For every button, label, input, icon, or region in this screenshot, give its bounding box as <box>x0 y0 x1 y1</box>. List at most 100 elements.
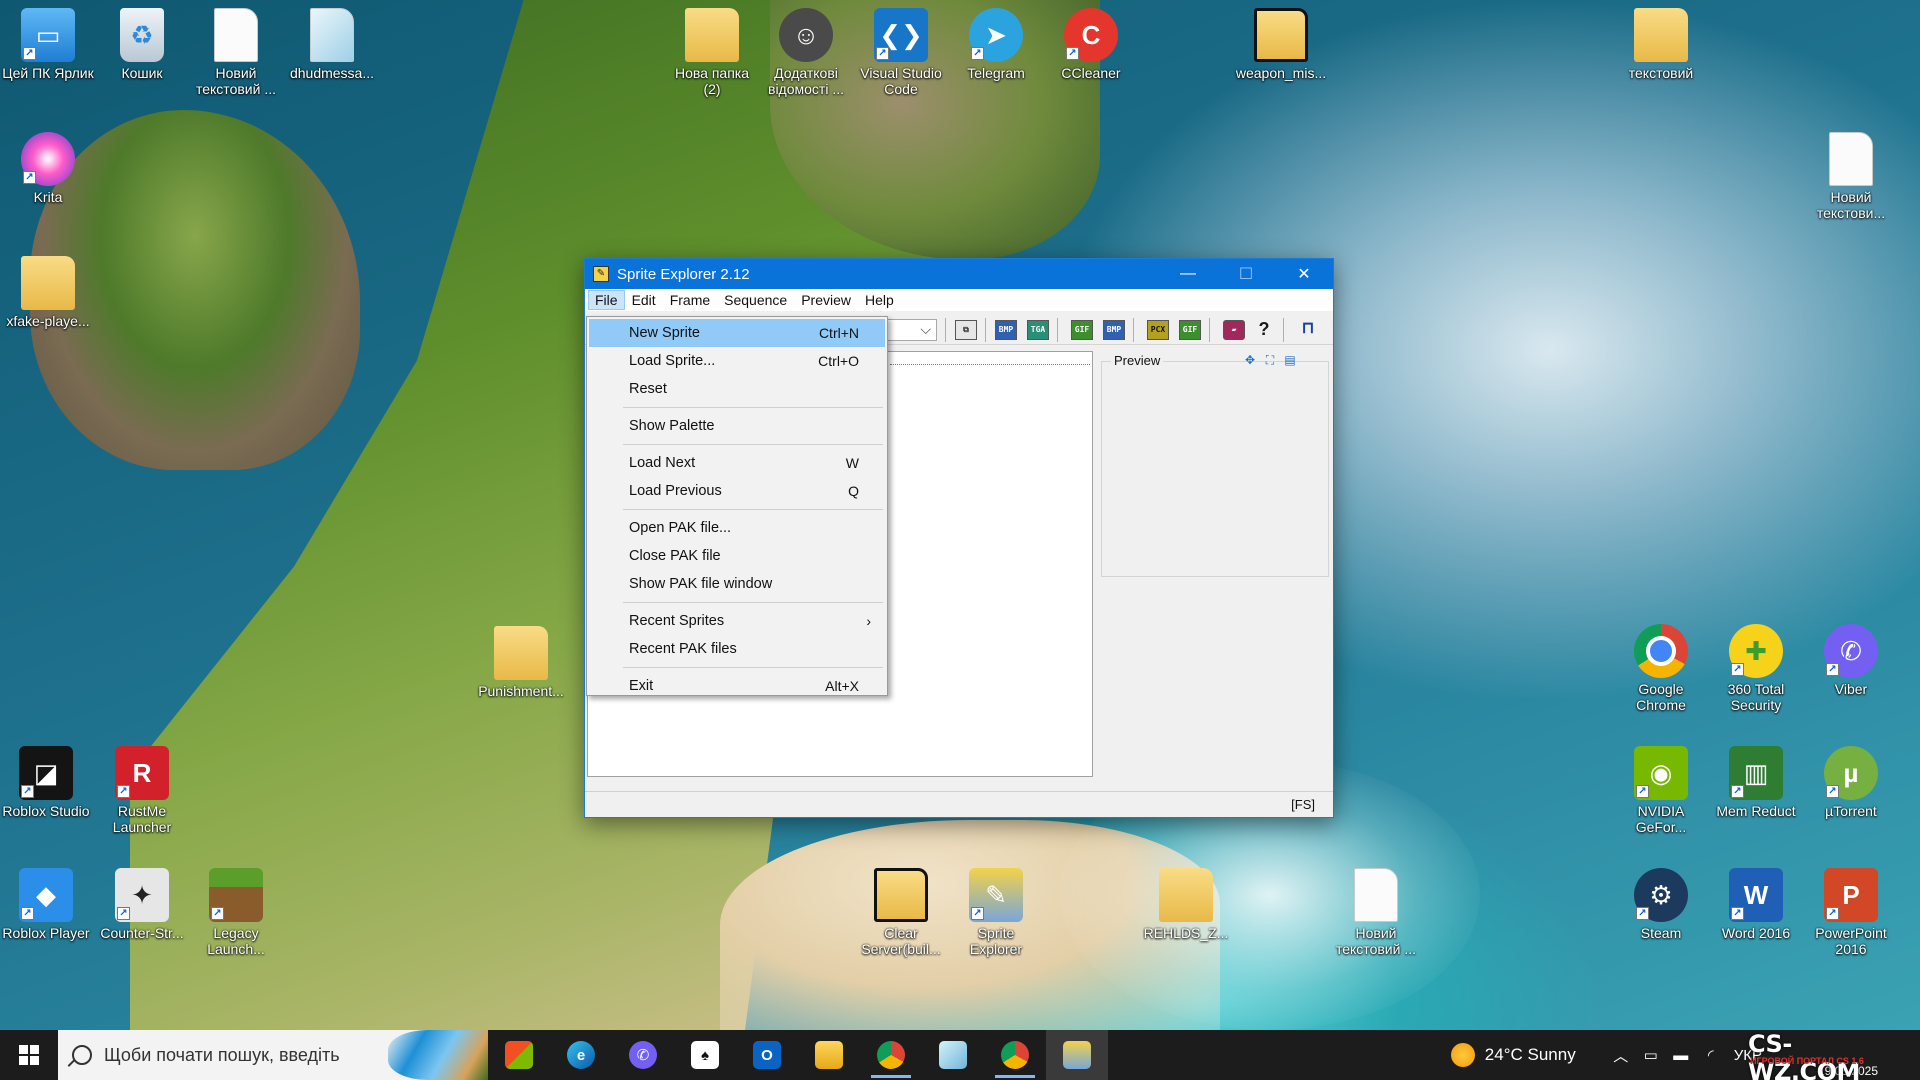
menu-separator <box>623 667 883 668</box>
desktop-icon-google-chrome[interactable]: Google Chrome <box>1615 624 1707 713</box>
menu-frame[interactable]: Frame <box>663 290 717 310</box>
desktop-icon-label: Новий текстовий ... <box>1335 925 1416 957</box>
menu-item-label: Reset <box>629 381 667 397</box>
wifi-icon[interactable]: ◜ <box>1696 1046 1726 1064</box>
desktop-icon-punishment[interactable]: Punishment... <box>475 626 567 699</box>
taskbar-file-explorer[interactable] <box>798 1030 860 1080</box>
desktop-icon-roblox-studio[interactable]: ◪ ↗ Roblox Studio <box>0 746 92 819</box>
display-icon[interactable]: ▭ <box>1636 1046 1666 1064</box>
menu-help[interactable]: Help <box>858 290 901 310</box>
desktop-icon-krita[interactable]: ↗ Krita <box>2 132 94 205</box>
nvidia-icon: ◉ ↗ <box>1634 746 1688 800</box>
taskbar-sprite-explorer[interactable] <box>1046 1030 1108 1080</box>
desktop-icon-vscode[interactable]: ❮❯ ↗ Visual Studio Code <box>855 8 947 97</box>
taskbar-search[interactable]: Щоби почати пошук, введіть <box>58 1030 488 1080</box>
properties-icon[interactable]: ⊓ <box>1297 320 1319 340</box>
desktop-icon-label: Новий текстовий ... <box>195 65 276 97</box>
taskbar-microsoft-store[interactable] <box>488 1030 550 1080</box>
start-button[interactable] <box>0 1030 58 1080</box>
taskbar-outlook[interactable]: O <box>736 1030 798 1080</box>
desktop-icon-recycle-bin[interactable]: ♻ Кошик <box>96 8 188 81</box>
desktop-icon-weapon-mis[interactable]: weapon_mis... <box>1235 8 1327 81</box>
import-gif-button[interactable]: GIF <box>1071 320 1093 340</box>
desktop-icon-rustme-launcher[interactable]: R ↗ RustMe Launcher <box>96 746 188 835</box>
close-button[interactable]: ✕ <box>1275 259 1333 289</box>
minimize-button[interactable]: — <box>1159 259 1217 289</box>
desktop-icon-sprite-explorer[interactable]: ✎ ↗ Sprite Explorer <box>950 868 1042 957</box>
menu-item-close-pak[interactable]: Close PAK file <box>589 542 885 570</box>
counter-strike-icon: ✦ ↗ <box>115 868 169 922</box>
zoom-icon[interactable]: ✥ <box>1243 353 1257 367</box>
desktop-icon-label: Viber <box>1834 681 1868 697</box>
desktop-icon-text-file[interactable]: Новий текстовий ... <box>190 8 282 97</box>
desktop-icon-nvidia[interactable]: ◉ ↗ NVIDIA GeFor... <box>1615 746 1707 835</box>
desktop-icon-steam[interactable]: ⚙ ↗ Steam <box>1615 868 1707 941</box>
menu-item-show-pak-window[interactable]: Show PAK file window <box>589 570 885 598</box>
menu-item-new-sprite[interactable]: New Sprite Ctrl+N <box>589 319 885 347</box>
desktop-icon-word-2016[interactable]: W ↗ Word 2016 <box>1710 868 1802 941</box>
frame-combo[interactable] <box>885 319 937 341</box>
weather-sun-icon[interactable] <box>1450 1043 1475 1067</box>
desktop-icon-counter-strike[interactable]: ✦ ↗ Counter-Str... <box>96 868 188 941</box>
export-gif-button[interactable]: GIF <box>1179 320 1201 340</box>
export-bmp-button[interactable]: BMP <box>995 320 1017 340</box>
desktop-icon-xfake-player[interactable]: xfake-playe... <box>2 256 94 329</box>
desktop-icon-label: 360 Total Security <box>1727 681 1785 713</box>
menu-item-open-pak[interactable]: Open PAK file... <box>589 514 885 542</box>
menu-file[interactable]: File <box>588 290 625 310</box>
export-pcx-button[interactable]: PCX <box>1147 320 1169 340</box>
menu-item-show-palette[interactable]: Show Palette <box>589 412 885 440</box>
desktop-icon-utorrent[interactable]: µ ↗ µTorrent <box>1805 746 1897 819</box>
desktop-icon-new-text-file-3[interactable]: Новий текстовий ... <box>1330 868 1422 957</box>
maximize-button[interactable]: ☐ <box>1217 259 1275 289</box>
taskbar-viber[interactable]: ✆ <box>612 1030 674 1080</box>
film-icon[interactable]: ▤ <box>1283 353 1297 367</box>
desktop-icon-legacy-launcher[interactable]: ↗ Legacy Launch... <box>190 868 282 957</box>
desktop-icon-text-folder[interactable]: текстовий <box>1615 8 1707 81</box>
desktop-icon-dhudmessage[interactable]: dhudmessa... <box>286 8 378 81</box>
menu-sequence[interactable]: Sequence <box>717 290 794 310</box>
desktop-icon-ccleaner[interactable]: C ↗ CCleaner <box>1045 8 1137 81</box>
taskbar-chrome-profile[interactable] <box>984 1030 1046 1080</box>
book-icon[interactable]: ▰ <box>1223 320 1245 340</box>
chevron-up-icon[interactable]: ︿ <box>1606 1045 1636 1066</box>
menu-item-recent-pak[interactable]: Recent PAK files <box>589 635 885 663</box>
desktop-icon-label: Mem Reduct <box>1716 803 1796 819</box>
desktop-icon-additional-info[interactable]: ☺ Додаткові відомості ... <box>760 8 852 97</box>
copy-icon[interactable]: ⧉ <box>955 320 977 340</box>
export-tga-button[interactable]: TGA <box>1027 320 1049 340</box>
desktop-icon-rehlds[interactable]: REHLDS_Z... <box>1140 868 1232 941</box>
menu-item-exit[interactable]: Exit Alt+X <box>589 672 885 700</box>
taskbar-solitaire[interactable]: ♠ <box>674 1030 736 1080</box>
menu-item-load-next[interactable]: Load Next W <box>589 449 885 477</box>
menu-edit[interactable]: Edit <box>625 290 663 310</box>
battery-icon[interactable]: ▬ <box>1666 1047 1696 1064</box>
desktop-icon-viber[interactable]: ✆ ↗ Viber <box>1805 624 1897 697</box>
window-titlebar[interactable]: ✎ Sprite Explorer 2.12 — ☐ ✕ <box>585 259 1333 289</box>
menu-item-recent-sprites[interactable]: Recent Sprites › <box>589 607 885 635</box>
desktop-icon-new-folder-2[interactable]: Нова папка (2) <box>666 8 758 97</box>
desktop-icon-roblox-player[interactable]: ◆ ↗ Roblox Player <box>0 868 92 941</box>
import-bmp-button[interactable]: BMP <box>1103 320 1125 340</box>
menu-item-load-previous[interactable]: Load Previous Q <box>589 477 885 505</box>
menu-item-label: Close PAK file <box>629 548 721 564</box>
taskbar-notepad[interactable] <box>922 1030 984 1080</box>
desktop-icon-360-total-security[interactable]: ✚ ↗ 360 Total Security <box>1710 624 1802 713</box>
menu-separator <box>623 509 883 510</box>
desktop-icon-mem-reduct[interactable]: ▥ ↗ Mem Reduct <box>1710 746 1802 819</box>
help-icon[interactable]: ? <box>1253 320 1275 340</box>
desktop-icon-powerpoint-2016[interactable]: P ↗ PowerPoint 2016 <box>1805 868 1897 957</box>
desktop-icon-new-text-file-2[interactable]: Новий текстови... <box>1805 132 1897 221</box>
weather-text[interactable]: 24°C Sunny <box>1485 1045 1576 1065</box>
desktop-icon-clear-server[interactable]: Clear Server(buil... <box>855 868 947 957</box>
desktop-icon-label: Visual Studio Code <box>860 65 942 97</box>
menu-item-reset[interactable]: Reset <box>589 375 885 403</box>
taskbar-edge[interactable]: e <box>550 1030 612 1080</box>
menu-preview[interactable]: Preview <box>794 290 858 310</box>
fit-icon[interactable]: ⛶ <box>1263 353 1277 367</box>
desktop-icon-this-pc[interactable]: ▭ ↗ Цей ПК Ярлик <box>2 8 94 81</box>
menu-item-load-sprite[interactable]: Load Sprite... Ctrl+O <box>589 347 885 375</box>
desktop-icon-telegram[interactable]: ➤ ↗ Telegram <box>950 8 1042 81</box>
desktop-icon-label: µTorrent <box>1825 803 1877 819</box>
taskbar-chrome[interactable] <box>860 1030 922 1080</box>
